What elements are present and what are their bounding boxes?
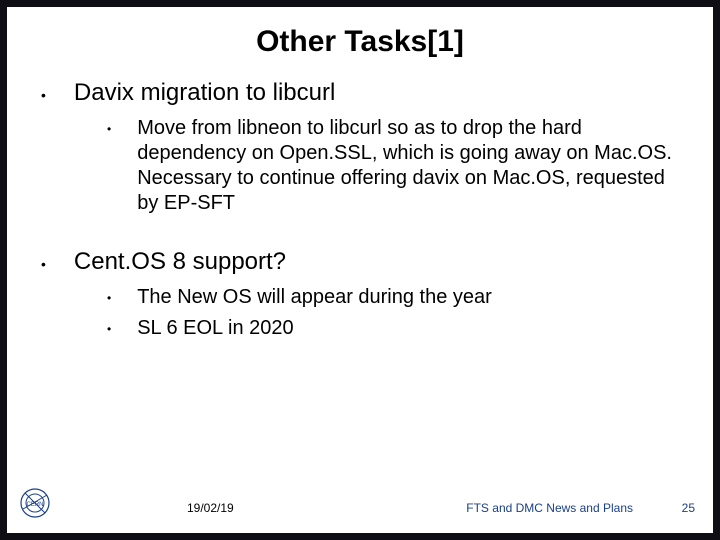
bullet-text: Move from libneon to libcurl so as to dr… xyxy=(137,116,677,216)
bullet-text: Cent.OS 8 support? xyxy=(74,248,286,277)
bullet-level1: • Davix migration to libcurl xyxy=(37,79,683,108)
spacer xyxy=(37,222,683,248)
bullet-dot-icon: • xyxy=(37,248,46,277)
bullet-dot-icon: • xyxy=(107,316,111,341)
bullet-text: Davix migration to libcurl xyxy=(74,79,335,108)
slide: Other Tasks[1] • Davix migration to libc… xyxy=(7,7,713,533)
bullet-level1: • Cent.OS 8 support? xyxy=(37,248,683,277)
bullet-dot-icon: • xyxy=(37,79,46,108)
cern-logo-icon: CERN xyxy=(19,487,51,519)
bullet-text: SL 6 EOL in 2020 xyxy=(137,316,293,341)
slide-content: • Davix migration to libcurl • Move from… xyxy=(7,59,713,341)
svg-text:CERN: CERN xyxy=(26,502,43,508)
slide-title: Other Tasks[1] xyxy=(7,7,713,59)
bullet-dot-icon: • xyxy=(107,116,111,216)
footer-subject: FTS and DMC News and Plans xyxy=(466,501,633,515)
bullet-text: The New OS will appear during the year xyxy=(137,285,492,310)
footer-date: 19/02/19 xyxy=(187,501,234,515)
bullet-level2: • The New OS will appear during the year xyxy=(37,285,683,310)
bullet-level2: • Move from libneon to libcurl so as to … xyxy=(37,116,683,216)
slide-footer: CERN 19/02/19 FTS and DMC News and Plans… xyxy=(7,491,713,521)
bullet-level2: • SL 6 EOL in 2020 xyxy=(37,316,683,341)
bullet-dot-icon: • xyxy=(107,285,111,310)
footer-page-number: 25 xyxy=(682,501,695,515)
